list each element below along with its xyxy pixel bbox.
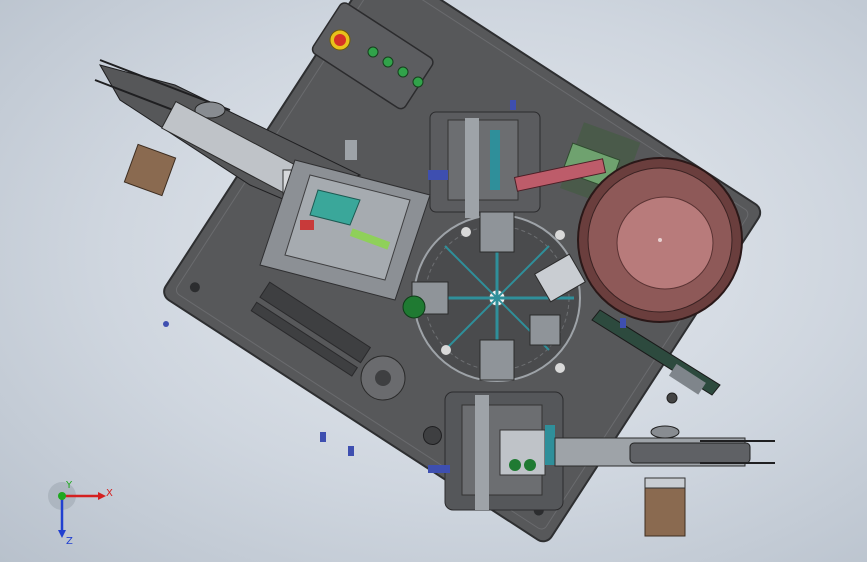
y-axis-label: Y [65,480,73,491]
bottom-station-module[interactable] [428,391,564,511]
motor-mount[interactable] [360,355,406,401]
mode-button[interactable] [412,76,424,88]
cad-viewport[interactable] [0,0,867,562]
emergency-stop-button[interactable] [329,29,351,51]
green-cylinder-part [402,295,426,319]
reset-button[interactable] [397,66,409,78]
stop-button[interactable] [382,56,394,68]
start-button[interactable] [367,46,379,58]
y-axis-dot [58,492,66,500]
x-axis-label: X [106,488,113,499]
coordinate-triad: X Y Z [48,480,113,547]
z-axis-label: Z [66,536,73,547]
